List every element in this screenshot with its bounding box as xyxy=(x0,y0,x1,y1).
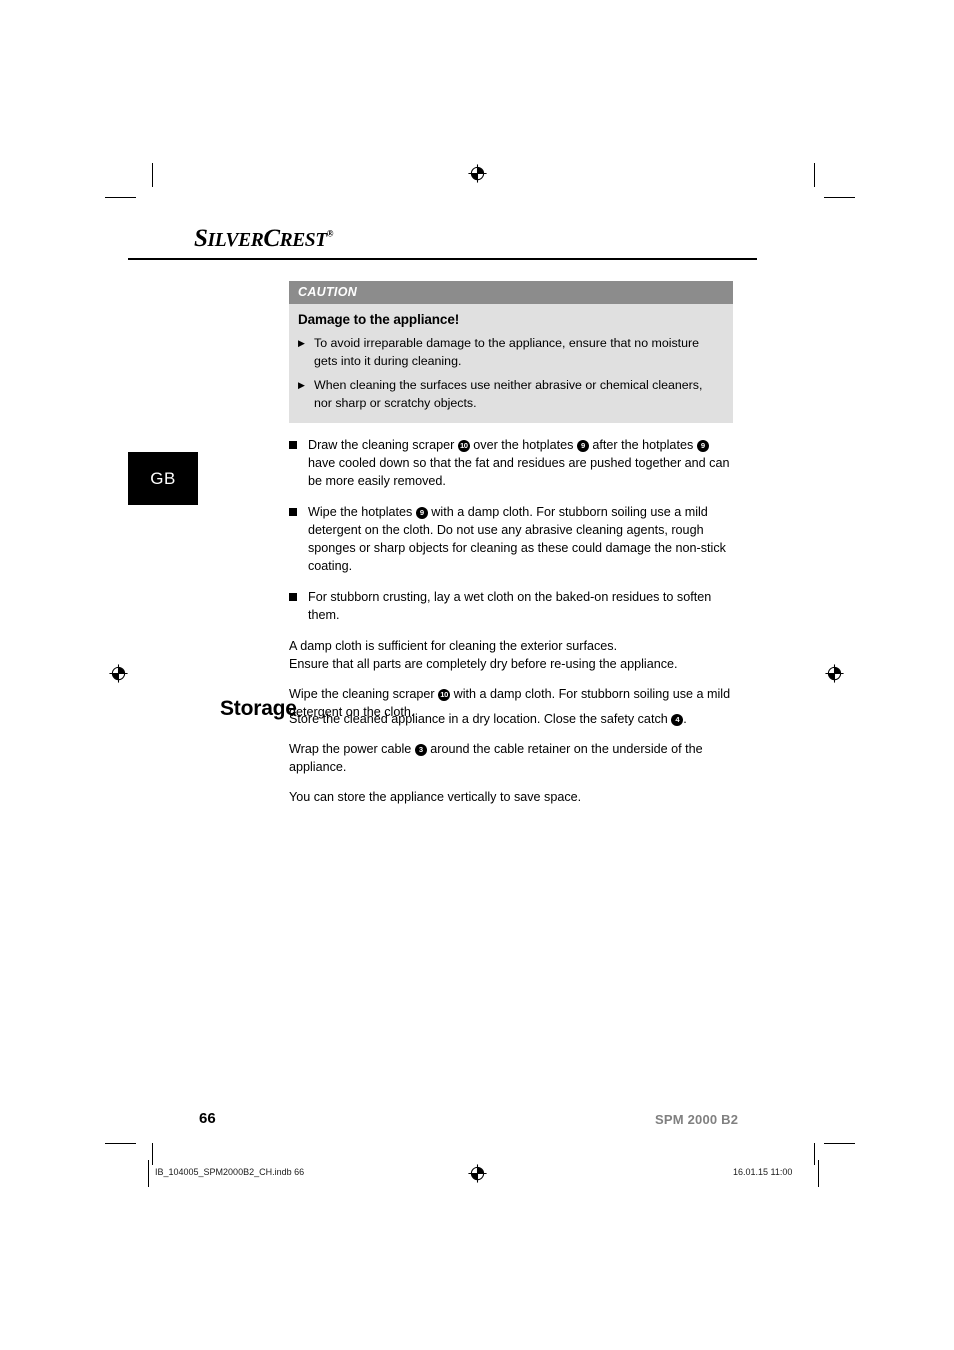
paragraph-exterior-cleaning: A damp cloth is sufficient for cleaning … xyxy=(289,637,733,673)
paragraph-line: Ensure that all parts are completely dry… xyxy=(289,657,678,672)
caution-item-text: When cleaning the surfaces use neither a… xyxy=(314,378,703,410)
caution-header: CAUTION xyxy=(289,281,733,304)
registration-target-bottom-icon xyxy=(468,1164,487,1183)
paragraph-storage-vertical: You can store the appliance vertically t… xyxy=(289,790,582,804)
language-tab-gb: GB xyxy=(128,452,198,505)
text-segment: Store the cleaned appliance in a dry loc… xyxy=(289,712,672,726)
paragraph-storage-cable: Wrap the power cable 3 around the cable … xyxy=(289,740,733,776)
registration-target-right-icon xyxy=(825,664,844,683)
part-reference-badge: 9 xyxy=(576,440,589,453)
print-mark-rule-right xyxy=(818,1160,819,1187)
part-reference-badge: 3 xyxy=(414,744,427,756)
part-reference-badge: 4 xyxy=(671,714,684,726)
registration-target-top-icon xyxy=(468,164,487,183)
caution-box: CAUTION Damage to the appliance! ▶ To av… xyxy=(289,281,733,424)
list-item: For stubborn crusting, lay a wet cloth o… xyxy=(289,588,733,624)
text-segment: Wipe the cleaning scraper xyxy=(289,687,439,702)
crop-mark-top-left-horizontal xyxy=(105,197,136,199)
main-content: CAUTION Damage to the appliance! ▶ To av… xyxy=(289,281,733,733)
crop-mark-bottom-right-horizontal xyxy=(824,1143,855,1145)
registered-trademark-icon: ® xyxy=(326,228,334,239)
caution-list-item: ▶ When cleaning the surfaces use neither… xyxy=(298,377,723,412)
part-reference-badge: 10 xyxy=(438,689,451,702)
list-item: Wipe the hotplates 9 with a damp cloth. … xyxy=(289,503,733,575)
print-file-info: IB_104005_SPM2000B2_CH.indb 66 xyxy=(155,1167,305,1177)
part-reference-badge: 10 xyxy=(457,440,470,453)
text-segment: Draw the cleaning scraper xyxy=(308,438,458,453)
crop-mark-bottom-left-vertical xyxy=(152,1143,154,1165)
list-item-text: Wipe the hotplates 9 with a damp cloth. … xyxy=(308,503,733,575)
crop-mark-top-right-vertical xyxy=(814,163,816,187)
crop-mark-bottom-right-vertical xyxy=(814,1143,816,1165)
list-item: Draw the cleaning scraper 10 over the ho… xyxy=(289,436,733,490)
brand-logo-c: C xyxy=(263,225,280,252)
caution-title: Damage to the appliance! xyxy=(298,312,460,327)
caution-item-text: To avoid irreparable damage to the appli… xyxy=(314,336,700,368)
registration-target-left-icon xyxy=(109,664,128,683)
text-segment: over the hotplates xyxy=(469,438,577,453)
paragraph-storage-location: Store the cleaned appliance in a dry loc… xyxy=(289,710,733,728)
page-number: 66 xyxy=(199,1110,216,1127)
brand-logo-ilver: ILVER xyxy=(207,230,264,251)
print-timestamp: 16.01.15 11:00 xyxy=(733,1167,793,1177)
language-tab-label: GB xyxy=(150,468,176,488)
crop-mark-top-left-vertical xyxy=(152,163,154,187)
text-segment: Wrap the power cable xyxy=(289,742,415,756)
text-segment: Wipe the hotplates xyxy=(308,505,416,520)
crop-mark-top-right-horizontal xyxy=(824,197,855,199)
list-item-text: Draw the cleaning scraper 10 over the ho… xyxy=(308,436,733,490)
caution-body: Damage to the appliance! ▶ To avoid irre… xyxy=(289,304,733,423)
caution-list-item: ▶ To avoid irreparable damage to the app… xyxy=(298,335,723,370)
square-bullet-icon xyxy=(289,436,308,490)
model-name: SPM 2000 B2 xyxy=(655,1112,739,1127)
brand-logo-rest: REST xyxy=(279,230,328,251)
part-reference-badge: 9 xyxy=(696,440,709,453)
list-item-text: For stubborn crusting, lay a wet cloth o… xyxy=(308,590,712,623)
arrow-right-icon: ▶ xyxy=(298,338,305,348)
header-divider xyxy=(128,258,757,260)
brand-logo-s: S xyxy=(194,225,208,252)
arrow-right-icon: ▶ xyxy=(298,380,305,391)
paragraph-line: A damp cloth is sufficient for cleaning … xyxy=(289,639,618,654)
section-heading-storage: Storage xyxy=(220,697,297,721)
print-mark-rule-left xyxy=(148,1160,149,1187)
square-bullet-icon xyxy=(289,588,308,624)
text-segment: after the hotplates xyxy=(588,438,697,453)
text-segment: have cooled down so that the fat and res… xyxy=(308,456,730,489)
text-segment: . xyxy=(683,712,687,726)
brand-logo: SILVERCREST® xyxy=(194,225,334,253)
square-bullet-icon xyxy=(289,503,308,575)
part-reference-badge: 9 xyxy=(415,507,428,520)
crop-mark-bottom-left-horizontal xyxy=(105,1143,136,1145)
caution-header-label: CAUTION xyxy=(298,285,358,299)
storage-section: Store the cleaned appliance in a dry loc… xyxy=(289,710,733,818)
